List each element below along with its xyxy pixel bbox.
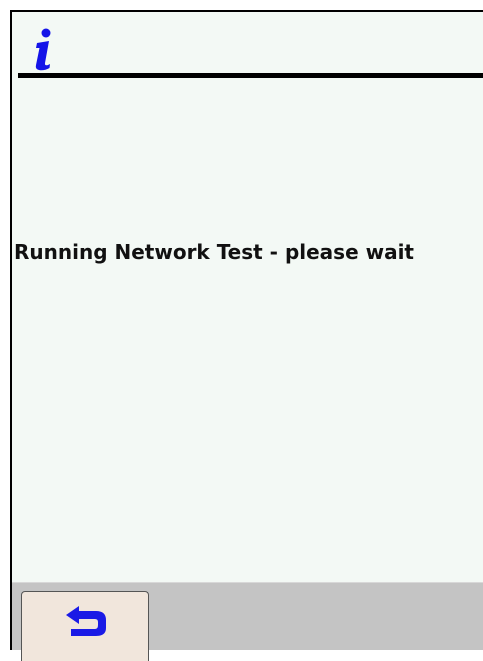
status-message: Running Network Test - please wait bbox=[14, 240, 414, 264]
info-icon bbox=[35, 28, 51, 71]
bottom-toolbar bbox=[12, 582, 483, 661]
header-divider bbox=[18, 73, 483, 78]
back-button[interactable] bbox=[21, 591, 149, 661]
return-arrow-icon bbox=[66, 606, 106, 636]
header bbox=[12, 12, 483, 78]
device-screen: Running Network Test - please wait bbox=[10, 10, 483, 661]
